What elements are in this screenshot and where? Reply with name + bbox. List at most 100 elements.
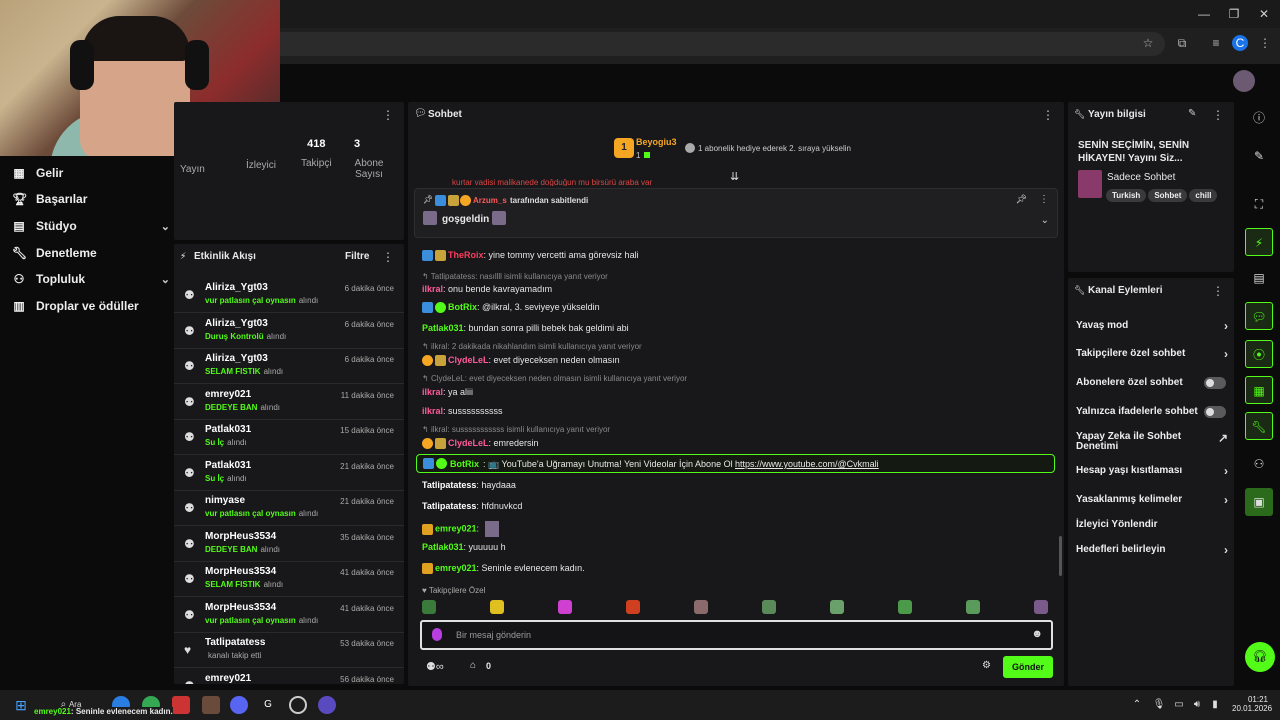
edit-pencil-icon[interactable]: ✎ <box>1245 142 1273 170</box>
profile-icon[interactable]: C <box>1232 35 1248 51</box>
stream-category[interactable]: Sadece Sohbet <box>1107 172 1175 183</box>
menu-kebab-icon[interactable]: ⋮ <box>1256 34 1274 52</box>
nav-item-topluluk[interactable]: ⚇ Topluluk ⌄ <box>12 266 170 292</box>
chevron-down-icon[interactable]: ⌄ <box>1041 215 1049 226</box>
activity-item[interactable]: ⚉ Aliriza_Ygt03 vur patlasın çal oynasın al… <box>174 278 404 313</box>
chat-input-box[interactable]: Bir mesaj gönderin ☻ <box>420 620 1053 650</box>
chat-username[interactable]: emrey021 <box>435 523 477 533</box>
wrench-icon[interactable]: 🔧︎ <box>1245 412 1273 440</box>
panel-menu-icon[interactable]: ⋮ <box>1042 108 1054 122</box>
channel-action-item[interactable]: Yalnızca ifadelerle sohbet <box>1076 406 1228 418</box>
media-icon[interactable]: ≡ <box>1207 34 1225 52</box>
channel-action-item[interactable]: İzleyici Yönlendir <box>1076 519 1228 530</box>
chevron-up-icon[interactable]: ⌃ <box>1128 696 1146 714</box>
tag-pill[interactable]: chill <box>1189 189 1218 202</box>
activity-user[interactable]: Tatlipatatess <box>205 637 265 648</box>
maximize-icon[interactable]: ❐ <box>1226 6 1242 22</box>
support-headset-icon[interactable]: 🎧︎ <box>1245 642 1275 672</box>
send-button[interactable]: Gönder <box>1003 656 1053 678</box>
user-avatar[interactable] <box>1233 70 1255 92</box>
close-icon[interactable]: ✕ <box>1256 6 1272 22</box>
nav-item-denetleme[interactable]: 🔧︎ Denetleme <box>12 240 97 266</box>
bookmark-star-icon[interactable]: ☆ <box>1139 34 1157 52</box>
activity-item[interactable]: ⚉ emrey021 DEDEYE BAN alındı 11 dakika önce <box>174 385 404 420</box>
chat-username[interactable]: ilkral <box>422 387 443 397</box>
chat-username[interactable]: ilkral <box>422 406 443 416</box>
panel-menu-icon[interactable]: ⋮ <box>382 250 394 264</box>
app-icon[interactable] <box>202 696 220 714</box>
activity-item[interactable]: ♥︎ Tatlipatatess kanalı takip etti 53 dakik… <box>174 633 404 668</box>
channel-action-item[interactable]: Takipçilere özel sohbet › <box>1076 347 1228 361</box>
activity-user[interactable]: Patlak031 <box>205 460 251 471</box>
toggle-switch[interactable] <box>1204 377 1226 389</box>
chat-username[interactable]: emrey021 <box>435 563 477 573</box>
emote-icon[interactable] <box>898 600 912 614</box>
address-bar[interactable] <box>270 32 1165 56</box>
chat-username[interactable]: Patlak031 <box>422 323 464 333</box>
obs-icon[interactable] <box>289 696 307 714</box>
nav-item-basarilar[interactable]: 🏆︎ Başarılar <box>12 186 87 212</box>
tag-pill[interactable]: Turkish <box>1106 189 1147 202</box>
clipboard-icon[interactable]: ▤ <box>1245 264 1273 292</box>
game-icon[interactable]: ▣ <box>1245 488 1273 516</box>
emote-icon[interactable] <box>966 600 980 614</box>
activity-item[interactable]: ⚉ Aliriza_Ygt03 SELAM FISTIK alındı 6 dakika… <box>174 349 404 384</box>
battery-icon[interactable]: ▮ <box>1206 696 1224 714</box>
chat-settings-gear-icon[interactable]: ⚙︎ <box>982 660 991 671</box>
chat-username[interactable]: ClydeLeL <box>448 438 489 448</box>
emote-icon[interactable] <box>762 600 776 614</box>
channel-action-item[interactable]: Yapay Zeka ile Sohbet Denetimi ↗ <box>1076 431 1228 452</box>
chat-username[interactable]: ClydeLeL <box>448 355 489 365</box>
app-icon[interactable] <box>172 696 190 714</box>
discord-icon[interactable] <box>230 696 248 714</box>
chat-bubble-icon[interactable]: 💬︎ <box>1245 302 1273 330</box>
chat-scrollbar[interactable] <box>1059 536 1062 576</box>
info-icon[interactable]: ⓘ <box>1245 104 1273 132</box>
highlight-user[interactable]: BotRix <box>450 459 479 469</box>
channel-action-item[interactable]: Yasaklanmış kelimeler › <box>1076 493 1228 507</box>
nav-item-gelir[interactable]: ▦ Gelir <box>12 160 63 186</box>
chat-username[interactable]: Patlak031 <box>422 542 464 552</box>
app-icon[interactable] <box>318 696 336 714</box>
toggle-switch[interactable] <box>1204 406 1226 418</box>
filter-button[interactable]: Filtre <box>345 251 369 262</box>
microphone-icon[interactable]: 🎙︎ <box>1150 696 1168 714</box>
channel-action-item[interactable]: Hesap yaşı kısıtlaması › <box>1076 464 1228 478</box>
extensions-icon[interactable]: ⧉ <box>1173 34 1191 52</box>
chat-username[interactable]: Tatlipatatess <box>422 480 476 490</box>
community-icon[interactable]: ⚇ <box>1245 450 1273 478</box>
channel-points-icon[interactable]: ⚉∞ <box>426 660 444 673</box>
activity-user[interactable]: Aliriza_Ygt03 <box>205 353 268 364</box>
activity-item[interactable]: ⚉ nimyase vur patlasın çal oynasın alındı 21… <box>174 491 404 526</box>
panel-menu-icon[interactable]: ⋮ <box>382 108 394 122</box>
emote-icon[interactable] <box>830 600 844 614</box>
taskbar-clock[interactable]: 01:21 20.01.2026 <box>1232 695 1272 713</box>
chat-username[interactable]: Tatlipatatess <box>422 501 476 511</box>
activity-user[interactable]: MorpHeus3534 <box>205 566 276 577</box>
app-icon[interactable]: G <box>259 696 277 714</box>
activity-user[interactable]: Patlak031 <box>205 424 251 435</box>
emote-icon[interactable] <box>1034 600 1048 614</box>
nav-item-droplar[interactable]: ▥ Droplar ve ödüller <box>12 293 138 319</box>
edit-pencil-icon[interactable]: ✎ <box>1188 108 1196 119</box>
broadcast-icon[interactable]: ⦿ <box>1245 340 1273 368</box>
pin-icon[interactable]: 📌︎ <box>1016 194 1027 205</box>
emote-icon[interactable] <box>490 600 504 614</box>
activity-item[interactable]: ⚉ MorpHeus3534 vur patlasın çal oynasın alı… <box>174 598 404 633</box>
activity-item[interactable]: ⚉ Patlak031 Su İç alındı 21 dakika önce <box>174 456 404 491</box>
panel-menu-icon[interactable]: ⋮ <box>1212 284 1224 298</box>
activity-item[interactable]: ⚉ Aliriza_Ygt03 Duruş Kontrolü alındı 6 daki… <box>174 314 404 349</box>
activity-user[interactable]: nimyase <box>205 495 245 506</box>
microphone-icon[interactable] <box>432 628 442 641</box>
chat-username[interactable]: TheRoix <box>448 250 484 260</box>
activity-user[interactable]: MorpHeus3534 <box>205 602 276 613</box>
store-icon[interactable]: ⌂ <box>470 660 476 671</box>
nav-item-studyo[interactable]: ▤ Stüdyo ⌄ <box>12 213 170 239</box>
activity-item[interactable]: ⚉ Patlak031 Su İç alındı 15 dakika önce <box>174 420 404 455</box>
emote-icon[interactable] <box>422 600 436 614</box>
network-icon[interactable]: ▭ <box>1170 696 1188 714</box>
activity-user[interactable]: MorpHeus3534 <box>205 531 276 542</box>
chat-username[interactable]: BotRix <box>448 302 477 312</box>
panel-menu-icon[interactable]: ⋮ <box>1212 108 1224 122</box>
channel-action-item[interactable]: Yavaş mod › <box>1076 319 1228 333</box>
